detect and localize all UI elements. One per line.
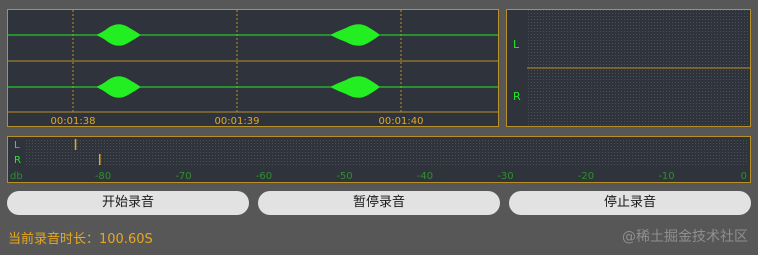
stop-recording-button[interactable]: 停止录音 xyxy=(509,191,751,215)
meter-grid xyxy=(26,139,748,167)
waveform-panel: 00:01:38 00:01:39 00:01:40 xyxy=(7,9,499,127)
meter-scale: -80 -70 -60 -50 -40 -30 -20 -10 0 xyxy=(95,171,747,182)
meter-scale-label: -80 xyxy=(95,171,111,182)
level-meter: L R db -80 -70 -60 -50 -40 -30 -20 -10 0 xyxy=(10,139,748,182)
waveform-left-burst-1 xyxy=(96,24,141,46)
meter-scale-label: -40 xyxy=(417,171,433,182)
spectrum-display: L R xyxy=(513,10,750,126)
watermark: @稀土掘金技术社区 xyxy=(622,229,748,245)
waveform-right-burst-2 xyxy=(330,76,380,98)
meter-scale-label: -20 xyxy=(578,171,594,182)
level-meter-panel: L R db -80 -70 -60 -50 -40 -30 -20 -10 0 xyxy=(7,136,751,183)
meter-unit: db xyxy=(10,171,23,182)
meter-scale-label: -70 xyxy=(175,171,191,182)
meter-right-label: R xyxy=(14,155,21,166)
meter-left-level-bar xyxy=(74,139,77,150)
waveform-display: 00:01:38 00:01:39 00:01:40 xyxy=(8,10,498,126)
meter-right-level-bar xyxy=(99,154,101,165)
time-label: 00:01:40 xyxy=(379,116,424,126)
waveform-right-burst-1 xyxy=(96,76,141,98)
recording-duration: 当前录音时长：100.60S xyxy=(8,232,153,247)
meter-scale-label: -60 xyxy=(256,171,272,182)
meter-scale-label: -50 xyxy=(336,171,352,182)
meter-scale-label: -30 xyxy=(497,171,513,182)
spectrum-right-label: R xyxy=(513,90,521,103)
time-label: 00:01:38 xyxy=(51,116,96,126)
time-label: 00:01:39 xyxy=(215,116,260,126)
waveform-left-burst-2 xyxy=(330,24,380,46)
spectrum-left-label: L xyxy=(513,38,520,51)
start-recording-button[interactable]: 开始录音 xyxy=(7,191,249,215)
spectrum-panel: L R xyxy=(506,9,751,127)
pause-recording-button[interactable]: 暂停录音 xyxy=(258,191,500,215)
meter-left-label: L xyxy=(14,140,20,151)
meter-scale-label: -10 xyxy=(658,171,674,182)
meter-scale-label: 0 xyxy=(741,171,747,182)
